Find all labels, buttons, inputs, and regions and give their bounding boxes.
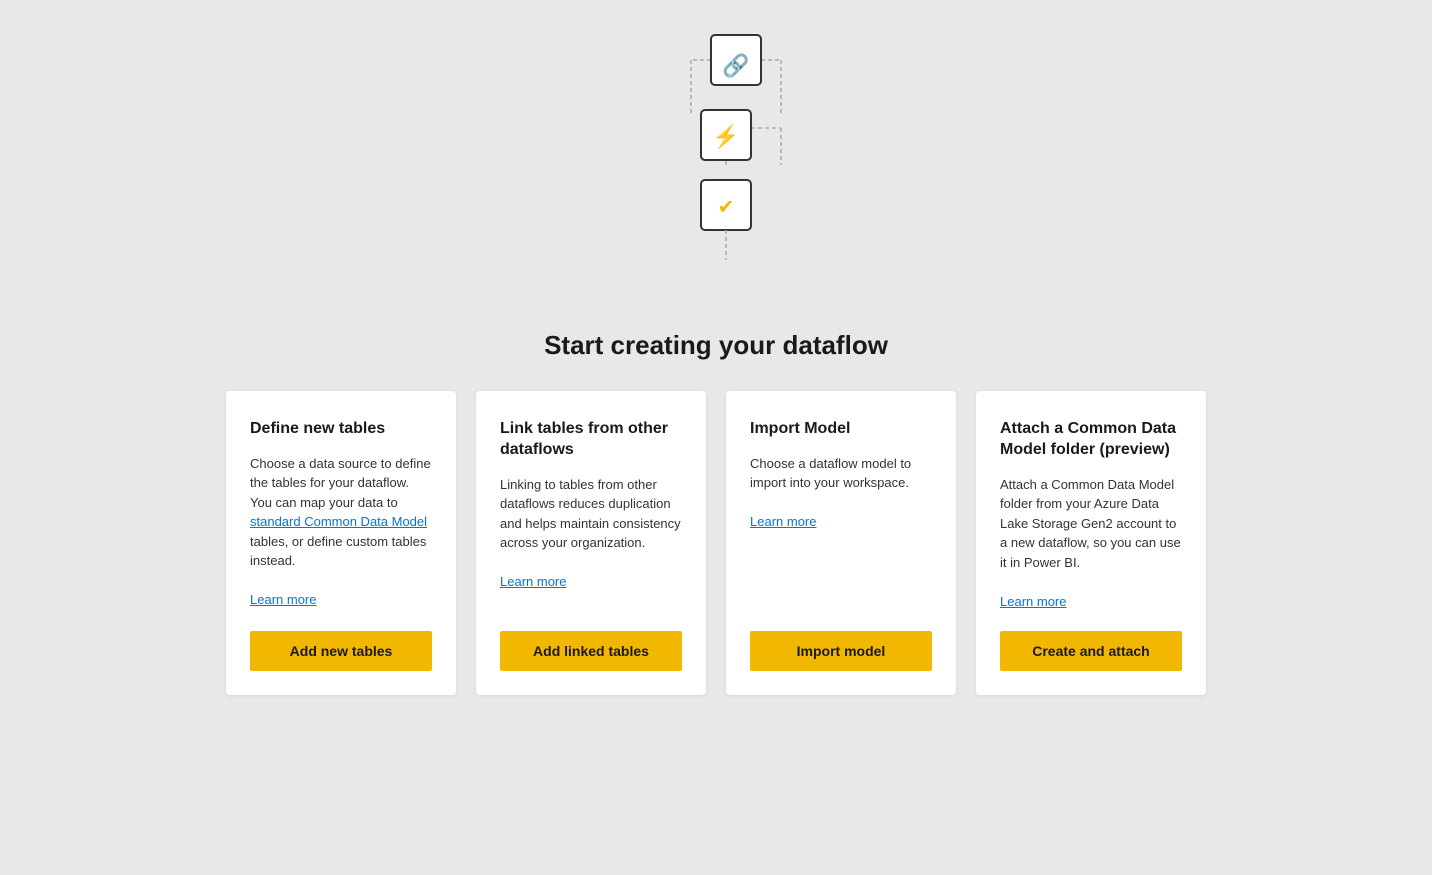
svg-text:✔: ✔ <box>718 196 735 218</box>
card-attach-cdm: Attach a Common Data Model folder (previ… <box>976 391 1206 695</box>
add-linked-tables-button[interactable]: Add linked tables <box>500 631 682 671</box>
svg-text:🔗: 🔗 <box>722 52 749 79</box>
card-4-learn-more-link[interactable]: Learn more <box>1000 594 1066 609</box>
card-2-title: Link tables from other dataflows <box>500 419 682 461</box>
dataflow-diagram: 🔗 ⚡ ✔ <box>616 20 816 300</box>
card-define-new-tables: Define new tables Choose a data source t… <box>226 391 456 695</box>
cards-container: Define new tables Choose a data source t… <box>0 391 1432 695</box>
card-1-title: Define new tables <box>250 419 432 440</box>
card-3-title: Import Model <box>750 419 932 440</box>
card-2-body-text: Linking to tables from other dataflows r… <box>500 477 681 551</box>
card-link-tables: Link tables from other dataflows Linking… <box>476 391 706 695</box>
card-4-body-text: Attach a Common Data Model folder from y… <box>1000 477 1181 570</box>
create-and-attach-button[interactable]: Create and attach <box>1000 631 1182 671</box>
card-3-body-text: Choose a dataflow model to import into y… <box>750 456 911 491</box>
standard-cdm-link[interactable]: standard Common Data Model <box>250 514 427 529</box>
card-3-learn-more-link[interactable]: Learn more <box>750 514 816 529</box>
card-1-learn-more-link[interactable]: Learn more <box>250 592 316 607</box>
card-4-body: Attach a Common Data Model folder from y… <box>1000 475 1182 612</box>
add-new-tables-button[interactable]: Add new tables <box>250 631 432 671</box>
page-title: Start creating your dataflow <box>544 330 888 361</box>
svg-text:⚡: ⚡ <box>712 124 739 150</box>
card-2-learn-more-link[interactable]: Learn more <box>500 574 566 589</box>
card-2-body: Linking to tables from other dataflows r… <box>500 475 682 612</box>
import-model-button[interactable]: Import model <box>750 631 932 671</box>
card-4-title: Attach a Common Data Model folder (previ… <box>1000 419 1182 461</box>
card-1-body: Choose a data source to define the table… <box>250 454 432 611</box>
card-3-body: Choose a dataflow model to import into y… <box>750 454 932 611</box>
card-import-model: Import Model Choose a dataflow model to … <box>726 391 956 695</box>
